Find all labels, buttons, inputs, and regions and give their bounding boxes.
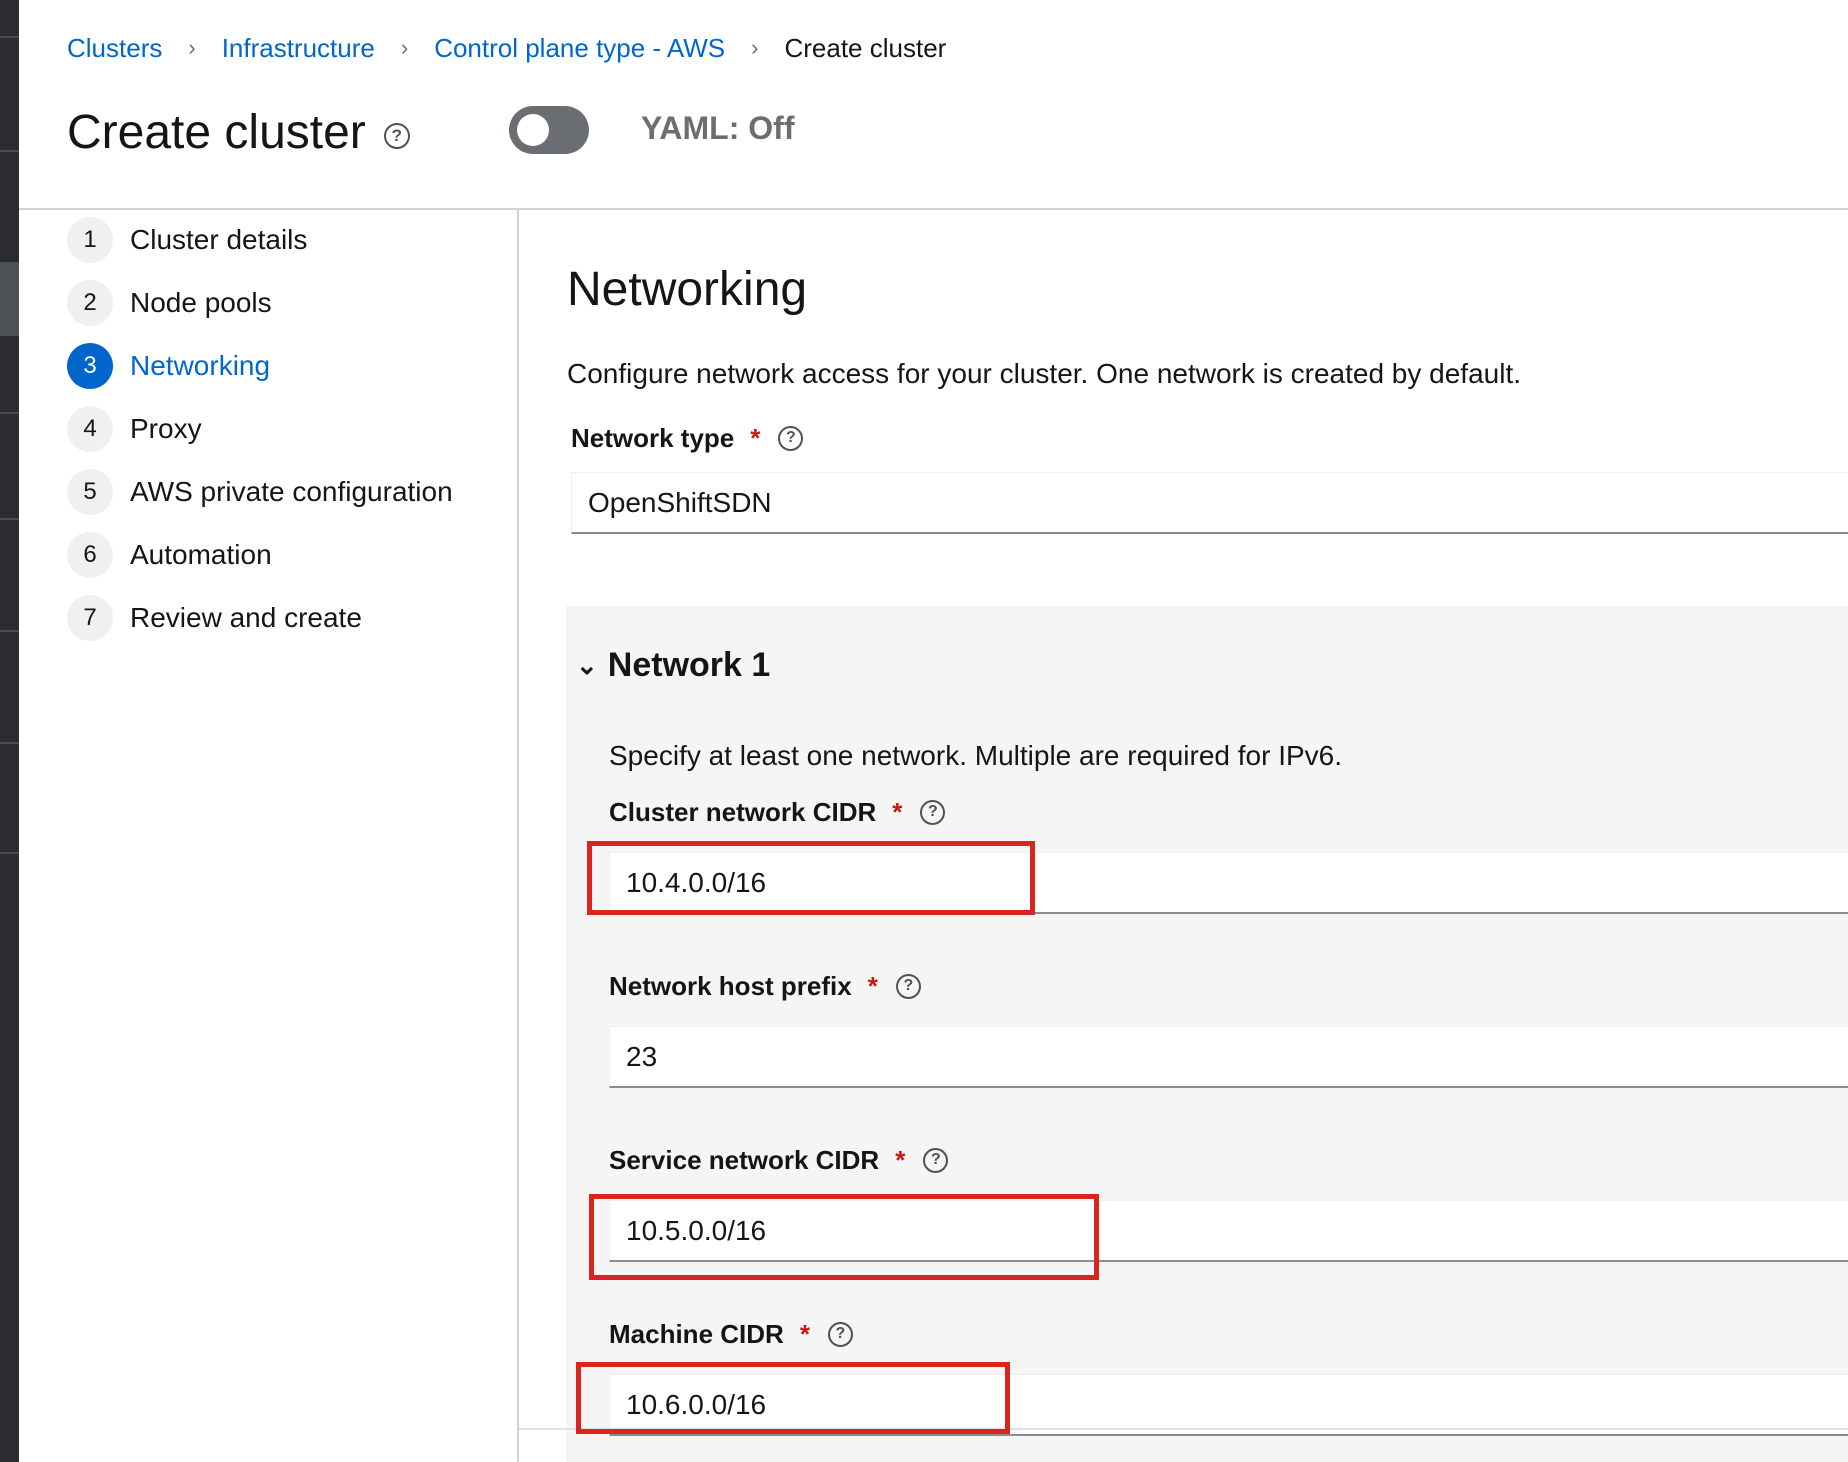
step-label: Node pools xyxy=(130,287,272,318)
network-type-select[interactable]: OpenShiftSDN xyxy=(571,472,1848,534)
rail-divider xyxy=(0,742,19,744)
help-circle-icon[interactable]: ? xyxy=(920,799,946,825)
step-label: Cluster details xyxy=(130,224,308,255)
required-asterisk: * xyxy=(799,1318,810,1349)
help-circle-icon[interactable]: ? xyxy=(895,973,921,999)
breadcrumb-infrastructure[interactable]: Infrastructure xyxy=(222,33,375,64)
page-header: Clusters › Infrastructure › Control plan… xyxy=(19,0,1848,210)
wizard-step-aws-private-configuration[interactable]: 5 AWS private configuration xyxy=(67,468,453,516)
step-number: 3 xyxy=(67,343,113,389)
chevron-right-icon: › xyxy=(751,35,759,60)
step-label: Review and create xyxy=(130,602,362,633)
step-number: 4 xyxy=(67,406,113,452)
wizard-nav: 1 Cluster details 2 Node pools 3 Network… xyxy=(19,210,519,1462)
wizard-step-review-and-create[interactable]: 7 Review and create xyxy=(67,594,362,642)
breadcrumb-control-plane-type[interactable]: Control plane type - AWS xyxy=(434,33,725,64)
network-type-label: Network type * ? xyxy=(571,420,804,456)
wizard-main-content: Networking Configure network access for … xyxy=(519,210,1848,1462)
network-1-toggle[interactable]: ⌄ Network 1 xyxy=(576,646,770,685)
network-1-panel: ⌄ Network 1 Specify at least one network… xyxy=(566,606,1848,1462)
step-number: 5 xyxy=(67,469,113,515)
help-circle-icon[interactable]: ? xyxy=(923,1147,949,1173)
required-asterisk: * xyxy=(895,1144,906,1175)
machine-cidr-label: Machine CIDR * ? xyxy=(609,1316,853,1352)
required-asterisk: * xyxy=(867,970,878,1001)
network-host-prefix-label: Network host prefix * ? xyxy=(609,968,921,1004)
content-bottom-border xyxy=(519,1428,1848,1430)
section-title: Networking xyxy=(567,263,808,316)
wizard-step-cluster-details[interactable]: 1 Cluster details xyxy=(67,216,307,264)
rail-divider xyxy=(0,36,19,38)
step-number: 1 xyxy=(67,217,113,263)
rail-divider xyxy=(0,150,19,152)
chevron-right-icon: › xyxy=(400,35,409,60)
wizard-step-networking[interactable]: 3 Networking xyxy=(67,342,270,390)
cluster-network-cidr-input[interactable]: 10.4.0.0/16 xyxy=(609,852,1848,914)
step-number: 2 xyxy=(67,280,113,326)
field-label-text: Machine CIDR xyxy=(609,1318,784,1349)
section-description: Configure network access for your cluste… xyxy=(567,358,1522,389)
field-label-text: Cluster network CIDR xyxy=(609,796,877,827)
rail-divider xyxy=(0,412,19,414)
chevron-right-icon: › xyxy=(188,35,196,60)
field-label-text: Network type xyxy=(571,422,735,453)
left-nav-rail xyxy=(0,0,19,1462)
wizard-step-automation[interactable]: 6 Automation xyxy=(67,531,272,579)
service-network-cidr-input[interactable]: 10.5.0.0/16 xyxy=(609,1200,1848,1262)
network-host-prefix-input[interactable]: 23 xyxy=(609,1026,1848,1088)
help-circle-icon[interactable]: ? xyxy=(827,1321,853,1347)
wizard-step-proxy[interactable]: 4 Proxy xyxy=(67,405,202,453)
breadcrumb-current: Create cluster xyxy=(784,32,947,63)
step-number: 7 xyxy=(67,595,113,641)
step-label: Automation xyxy=(130,539,272,570)
page-title: Create cluster xyxy=(67,105,366,159)
help-circle-icon[interactable]: ? xyxy=(383,123,410,149)
step-label: AWS private configuration xyxy=(130,476,453,507)
network-1-title: Network 1 xyxy=(607,646,771,684)
yaml-toggle-label: YAML: Off xyxy=(641,110,795,146)
wizard-step-node-pools[interactable]: 2 Node pools xyxy=(67,279,272,327)
breadcrumb: Clusters › Infrastructure › Control plan… xyxy=(67,30,946,66)
service-network-cidr-label: Service network CIDR * ? xyxy=(609,1142,949,1178)
field-label-text: Network host prefix xyxy=(609,970,852,1001)
cluster-network-cidr-label: Cluster network CIDR * ? xyxy=(609,794,946,830)
rail-divider xyxy=(0,630,19,632)
machine-cidr-input[interactable]: 10.6.0.0/16 xyxy=(609,1374,1848,1436)
rail-active-item[interactable] xyxy=(0,262,19,336)
yaml-toggle[interactable] xyxy=(509,106,589,154)
chevron-down-icon: ⌄ xyxy=(576,650,598,680)
required-asterisk: * xyxy=(750,422,761,453)
step-number: 6 xyxy=(67,532,113,578)
breadcrumb-clusters[interactable]: Clusters xyxy=(67,33,162,64)
toggle-knob xyxy=(517,114,549,146)
title-row: Create cluster ? xyxy=(67,100,410,164)
step-label: Proxy xyxy=(130,413,202,444)
rail-divider xyxy=(0,518,19,520)
help-circle-icon[interactable]: ? xyxy=(778,425,804,451)
field-label-text: Service network CIDR xyxy=(609,1144,880,1175)
required-asterisk: * xyxy=(892,796,903,827)
rail-divider xyxy=(0,852,19,854)
network-1-description: Specify at least one network. Multiple a… xyxy=(609,740,1343,771)
step-label: Networking xyxy=(130,350,271,381)
